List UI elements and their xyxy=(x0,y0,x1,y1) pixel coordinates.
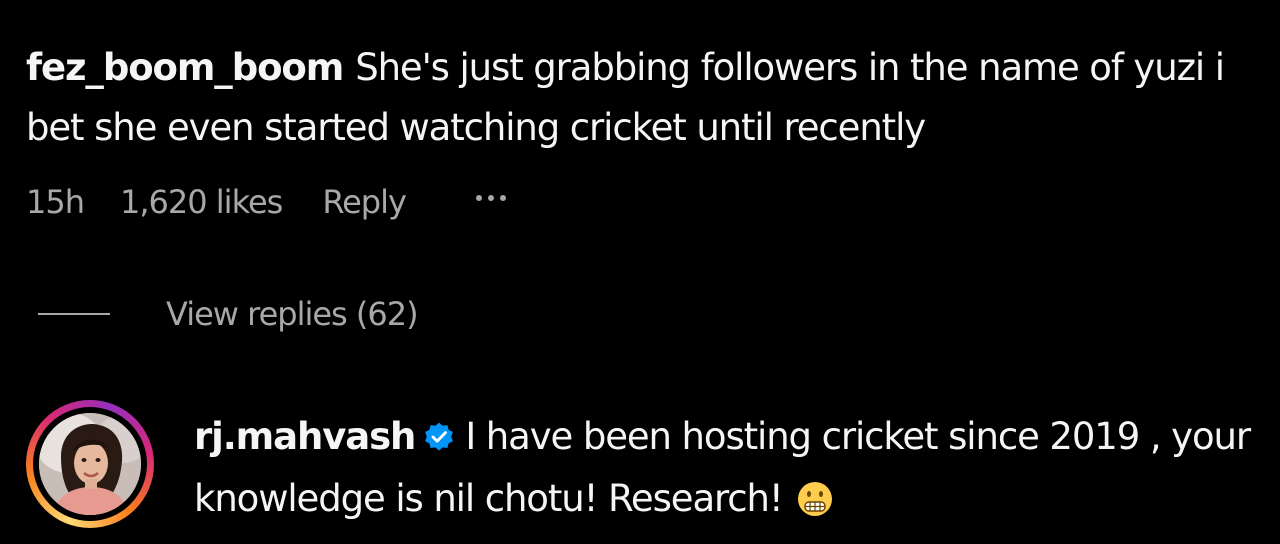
comment-meta: 15h 1,620 likes Reply xyxy=(26,178,506,226)
comment-likes[interactable]: 1,620 likes xyxy=(120,183,283,221)
comment-body: fez_boom_boom She's just grabbing followe… xyxy=(26,38,1256,158)
verified-badge-icon xyxy=(423,412,455,470)
avatar[interactable] xyxy=(26,400,154,528)
replies-divider xyxy=(38,313,110,315)
reply-body: rj.mahvash I have been hosting cricket si… xyxy=(194,408,1264,534)
reply-username[interactable]: rj.mahvash xyxy=(194,415,416,458)
view-replies-label: View replies (62) xyxy=(166,295,419,333)
reply-comment: rj.mahvash I have been hosting cricket si… xyxy=(26,396,1266,536)
avatar-ring-gap xyxy=(33,407,147,521)
comment-timestamp: 15h xyxy=(26,183,85,221)
comment-username[interactable]: fez_boom_boom xyxy=(26,46,344,89)
reply-button[interactable]: Reply xyxy=(322,183,407,221)
more-options-icon[interactable] xyxy=(475,188,506,208)
grimacing-face-icon xyxy=(797,476,833,534)
avatar-photo xyxy=(39,413,141,515)
avatar-portrait-icon xyxy=(39,413,141,515)
view-replies-button[interactable]: View replies (62) xyxy=(38,290,419,338)
comment: fez_boom_boom She's just grabbing followe… xyxy=(26,38,1256,158)
